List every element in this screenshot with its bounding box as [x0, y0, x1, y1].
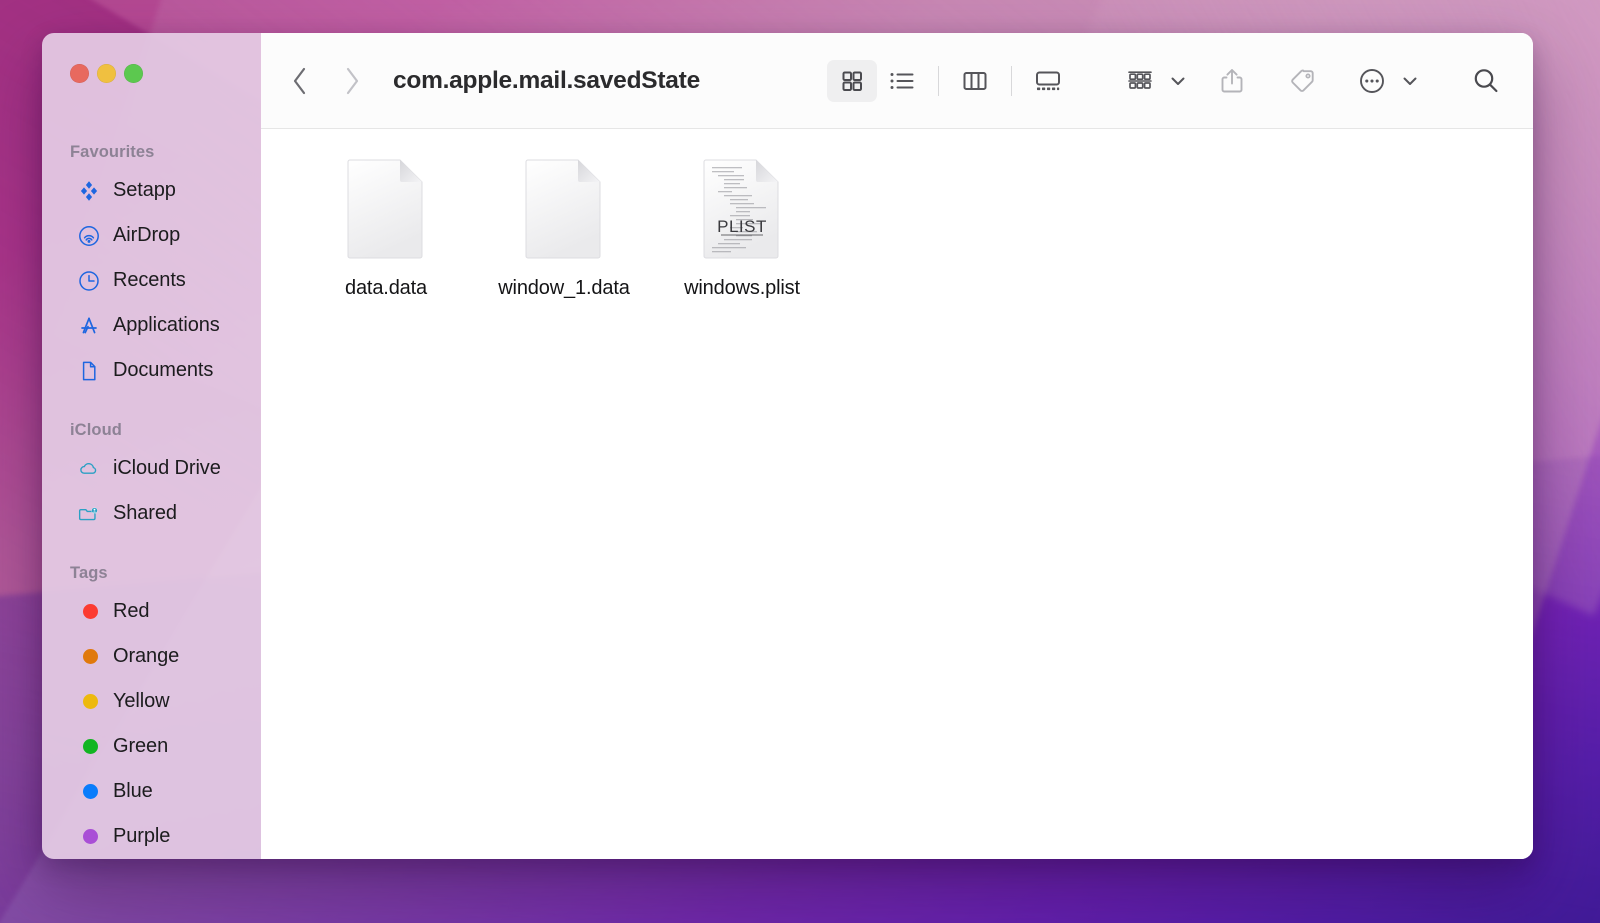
file-name-label: window_1.data: [498, 277, 630, 299]
sidebar-group-favourites: Favourites Setapp AirDrop Recents Applic…: [42, 143, 261, 393]
sidebar-item-shared[interactable]: Shared: [50, 491, 253, 536]
file-item[interactable]: PLIST windows.plist: [653, 147, 831, 300]
chevron-down-icon[interactable]: [1169, 74, 1187, 88]
tag-dot-icon: [78, 646, 100, 668]
window-controls: [42, 33, 261, 83]
toolbar-divider: [938, 65, 939, 96]
sidebar-item-label: Applications: [113, 314, 220, 336]
sidebar-group-tags: Tags Red Orange Yellow Green Blue Purple: [42, 542, 261, 859]
sidebar-item-tag-yellow[interactable]: Yellow: [50, 679, 253, 724]
list-icon: [890, 72, 914, 89]
back-button[interactable]: [287, 64, 313, 98]
sidebar: Favourites Setapp AirDrop Recents Applic…: [42, 33, 261, 859]
gallery-icon: [1036, 71, 1060, 90]
plist-document-icon: PLIST: [696, 153, 788, 263]
sidebar-item-label: iCloud Drive: [113, 457, 221, 479]
airdrop-icon: [78, 225, 100, 247]
toolbar: com.apple.mail.savedState: [261, 33, 1533, 129]
tag-dot-icon: [78, 736, 100, 758]
group-icon: [1128, 70, 1152, 89]
sidebar-item-setapp[interactable]: Setapp: [50, 168, 253, 213]
more-actions-control[interactable]: [1347, 60, 1419, 102]
list-view-button[interactable]: [877, 60, 927, 102]
more-button[interactable]: [1347, 60, 1397, 102]
minimize-button[interactable]: [97, 63, 116, 83]
file-name-label: windows.plist: [684, 277, 800, 299]
close-button[interactable]: [70, 63, 89, 83]
gallery-view-button[interactable]: [1023, 60, 1073, 102]
file-name-label: data.data: [344, 277, 428, 299]
sidebar-group-header: Favourites: [70, 143, 155, 161]
sidebar-item-label: Documents: [113, 359, 214, 381]
group-by-button[interactable]: [1115, 60, 1165, 102]
document-icon: [78, 360, 100, 382]
main-pane: com.apple.mail.savedState data.data wind…: [261, 33, 1533, 859]
tag-dot-icon: [78, 691, 100, 713]
sidebar-item-label: Shared: [113, 502, 177, 524]
file-grid: data.data window_1.data PLIST windows.pl…: [261, 147, 1533, 300]
forward-button[interactable]: [339, 64, 365, 98]
sidebar-item-applications[interactable]: Applications: [50, 303, 253, 348]
applications-icon: [78, 315, 100, 337]
ellipsis-circle-icon: [1360, 68, 1384, 93]
sidebar-item-tag-red[interactable]: Red: [50, 589, 253, 634]
file-item[interactable]: data.data: [297, 147, 475, 300]
plist-badge-text: PLIST: [717, 217, 767, 236]
setapp-icon: [78, 180, 100, 202]
group-by-control[interactable]: [1115, 60, 1187, 102]
view-mode-segment: [827, 59, 1073, 102]
column-view-button[interactable]: [950, 60, 1000, 102]
sidebar-item-documents[interactable]: Documents: [50, 348, 253, 393]
sidebar-group-header: Tags: [70, 564, 108, 582]
sidebar-item-label: Red: [113, 600, 150, 622]
chevron-down-icon[interactable]: [1401, 74, 1419, 88]
blank-document-icon: [340, 153, 432, 263]
finder-window: Favourites Setapp AirDrop Recents Applic…: [42, 33, 1533, 859]
tag-dot-icon: [78, 601, 100, 623]
grid-icon: [842, 71, 862, 91]
file-browser-content[interactable]: data.data window_1.data PLIST windows.pl…: [261, 129, 1533, 859]
tag-icon: [1291, 68, 1314, 92]
sidebar-item-airdrop[interactable]: AirDrop: [50, 213, 253, 258]
share-icon: [1221, 68, 1243, 92]
sidebar-group-header: iCloud: [70, 421, 122, 439]
columns-icon: [963, 71, 987, 90]
search-icon: [1474, 68, 1498, 92]
sidebar-item-icloud-drive[interactable]: iCloud Drive: [50, 446, 253, 491]
tag-dot-icon: [78, 781, 100, 803]
navigation-arrows: [287, 64, 365, 98]
sidebar-item-label: Green: [113, 735, 169, 757]
blank-document-icon: [518, 153, 610, 263]
share-button[interactable]: [1207, 60, 1257, 102]
sidebar-item-label: Purple: [113, 825, 171, 847]
sidebar-item-label: Orange: [113, 645, 180, 667]
shared-folder-icon: [78, 503, 100, 525]
tags-button[interactable]: [1277, 60, 1327, 102]
window-title: com.apple.mail.savedState: [393, 66, 700, 94]
sidebar-item-label: Yellow: [113, 690, 170, 712]
search-button[interactable]: [1461, 60, 1511, 102]
sidebar-group-icloud: iCloud iCloud Drive Shared: [42, 399, 261, 536]
maximize-button[interactable]: [124, 63, 143, 83]
desktop-wallpaper: Favourites Setapp AirDrop Recents Applic…: [0, 0, 1600, 923]
cloud-icon: [78, 458, 100, 480]
sidebar-item-tag-orange[interactable]: Orange: [50, 634, 253, 679]
toolbar-divider: [1011, 65, 1012, 96]
icon-view-button[interactable]: [827, 59, 877, 102]
sidebar-item-recents[interactable]: Recents: [50, 258, 253, 303]
sidebar-item-label: Recents: [113, 269, 186, 291]
sidebar-item-tag-green[interactable]: Green: [50, 724, 253, 769]
sidebar-item-label: Blue: [113, 780, 153, 802]
sidebar-item-label: AirDrop: [113, 224, 181, 246]
tag-dot-icon: [78, 826, 100, 848]
sidebar-item-tag-blue[interactable]: Blue: [50, 769, 253, 814]
sidebar-item-label: Setapp: [113, 179, 176, 201]
file-item[interactable]: window_1.data: [475, 147, 653, 300]
sidebar-item-tag-purple[interactable]: Purple: [50, 814, 253, 859]
clock-icon: [78, 270, 100, 292]
